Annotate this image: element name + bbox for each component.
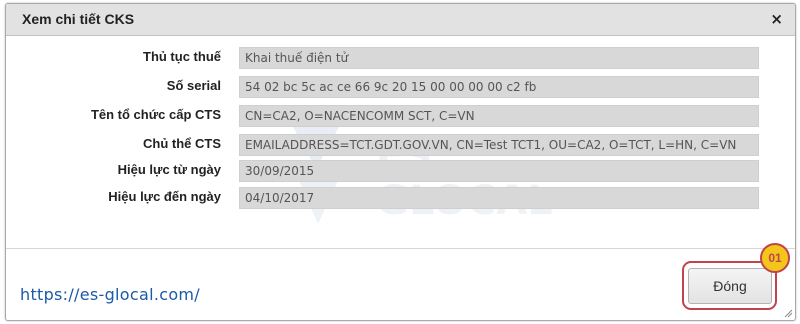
field-value-hieu-luc-tu-ngay: 30/09/2015 (239, 160, 759, 182)
field-value-to-chuc-cap-cts: CN=CA2, O=NACENCOMM SCT, C=VN (239, 105, 759, 127)
field-row-chu-the-cts: Chủ thể CTS EMAILADDRESS=TCT.GDT.GOV.VN,… (6, 134, 795, 156)
cks-detail-dialog: Xem chi tiết CKS × ES GLOCAL Thủ tục thu… (5, 3, 796, 321)
close-button[interactable]: Đóng (688, 268, 772, 304)
field-row-hieu-luc-tu-ngay: Hiệu lực từ ngày 30/09/2015 (6, 160, 795, 182)
field-label: Thủ tục thuế (143, 49, 221, 64)
field-label: Hiệu lực đến ngày (108, 189, 221, 204)
field-label: Số serial (166, 78, 221, 93)
field-value-thu-tuc-thue: Khai thuế điện tử (239, 47, 759, 69)
dialog-content: Thủ tục thuế Khai thuế điện tử Số serial… (6, 36, 795, 248)
field-value-chu-the-cts: EMAILADDRESS=TCT.GDT.GOV.VN, CN=Test TCT… (239, 134, 759, 156)
dialog-title: Xem chi tiết CKS (22, 11, 135, 27)
website-link[interactable]: https://es-glocal.com/ (20, 285, 200, 304)
close-icon[interactable]: × (770, 10, 783, 28)
field-row-so-serial: Số serial 54 02 bc 5c ac ce 66 9c 20 15 … (6, 76, 795, 98)
field-value-hieu-luc-den-ngay: 04/10/2017 (239, 187, 759, 209)
field-value-so-serial: 54 02 bc 5c ac ce 66 9c 20 15 00 00 00 0… (239, 76, 759, 98)
dialog-titlebar: Xem chi tiết CKS × (6, 4, 795, 36)
footer-divider (6, 248, 795, 249)
field-label: Tên tổ chức cấp CTS (90, 107, 221, 122)
field-row-hieu-luc-den-ngay: Hiệu lực đến ngày 04/10/2017 (6, 187, 795, 209)
resize-handle-icon[interactable] (783, 308, 793, 318)
field-row-to-chuc-cap-cts: Tên tổ chức cấp CTS CN=CA2, O=NACENCOMM … (6, 105, 795, 127)
field-label: Hiệu lực từ ngày (117, 162, 221, 177)
step-badge: 01 (760, 243, 790, 273)
field-row-thu-tuc-thue: Thủ tục thuế Khai thuế điện tử (6, 47, 795, 69)
field-label: Chủ thể CTS (143, 136, 221, 151)
